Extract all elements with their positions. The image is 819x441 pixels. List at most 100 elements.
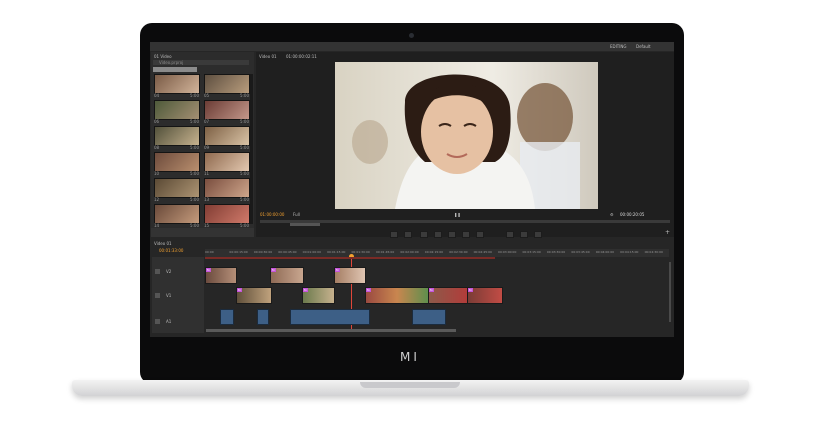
workspace-preset[interactable]: Default (636, 44, 651, 49)
scroll-indicator (153, 67, 197, 72)
ruler-label: 00:01:30:00 (351, 250, 370, 254)
audio-clip-2[interactable] (257, 309, 269, 325)
audio-clip-4[interactable] (412, 309, 446, 325)
timeline-clip-v1-4[interactable]: fx (428, 287, 468, 304)
ruler-label: 00:03:30:00 (546, 250, 566, 254)
project-search-input[interactable]: Video.prproj (153, 60, 249, 65)
timeline-tab[interactable]: Video 01 (154, 241, 172, 246)
ruler-label: 00:00:45:00 (278, 250, 297, 254)
fx-badge: fx (429, 288, 434, 292)
ruler-label: 00:01:45:00 (375, 250, 395, 254)
eye-icon[interactable] (155, 293, 160, 298)
monitor-tab[interactable]: Video 01 (259, 54, 277, 59)
clip-duration: 5:00 (190, 93, 199, 98)
workspace-bar: EDITING Default (150, 42, 674, 51)
step-forward-icon[interactable] (462, 231, 470, 238)
clip-thumbnail[interactable] (204, 204, 250, 224)
play-icon[interactable] (448, 231, 456, 238)
ruler-label: 00:04:30:00 (644, 250, 663, 254)
clip-duration: 5:00 (190, 145, 199, 150)
timeline-clip-v1-2[interactable]: fx (302, 287, 335, 304)
project-scrollbar[interactable] (250, 74, 253, 224)
clip-thumbnail[interactable] (154, 178, 200, 198)
clip-name: 13 (204, 197, 210, 202)
clip-thumbnail[interactable] (204, 152, 250, 172)
clip-name: 06 (154, 119, 160, 124)
clip-thumbnail[interactable] (154, 204, 200, 224)
clip-name: 05 (204, 93, 210, 98)
timeline-clip-v1-3[interactable]: fx (365, 287, 429, 304)
ruler-label: 00:00:15:00 (229, 250, 248, 254)
track-name-v1: V1 (166, 293, 172, 298)
ruler-label: 00:04:15:00 (620, 250, 639, 254)
clip-duration: 5:00 (190, 171, 199, 176)
fx-badge: fx (366, 288, 371, 292)
add-button-icon[interactable]: + (665, 230, 670, 236)
audio-clip-1[interactable] (220, 309, 234, 325)
timeline-clip-v1-5[interactable]: fx (467, 287, 503, 304)
monitor-current-time[interactable]: 01:00:00:00 (260, 212, 284, 217)
monitor-zoom-handle[interactable] (290, 223, 320, 226)
clip-name: 07 (204, 119, 210, 124)
clip-thumbnail[interactable] (154, 126, 200, 146)
clip-thumbnail[interactable] (204, 100, 250, 120)
speaker-icon[interactable] (155, 319, 160, 324)
clip-name: 08 (154, 145, 160, 150)
ruler-label: 00:03:15:00 (522, 250, 541, 254)
ruler-label: 00:02:15:00 (424, 250, 444, 254)
timeline-clip-v2-2[interactable]: fx (270, 267, 304, 284)
laptop-screen: EDITING Default 01 Video Video.prproj 04… (150, 42, 674, 337)
ruler-label: 00:03:45:00 (571, 250, 590, 254)
fx-badge: fx (271, 268, 276, 272)
timeline-clip-v2-1[interactable]: fx (205, 267, 237, 284)
monitor-timecode-tab[interactable]: 01:00:00:02:11 (286, 54, 317, 59)
workspace-label[interactable]: EDITING (610, 44, 627, 49)
clip-thumbnail[interactable] (154, 152, 200, 172)
project-search-text: Video.prproj (159, 60, 184, 65)
fx-badge: fx (303, 288, 308, 292)
clip-thumbnail[interactable] (204, 178, 250, 198)
ruler-label: 00:01:00:00 (302, 250, 321, 254)
go-to-out-icon[interactable] (476, 231, 484, 238)
clip-thumbnail[interactable] (154, 74, 200, 94)
timeline-ruler[interactable]: 00:00 00:00:15:00 00:00:30:00 00:00:45:00 00… (205, 249, 669, 257)
pause-icon[interactable]: ❚❚ (454, 212, 461, 217)
render-bar (205, 257, 495, 259)
fit-dropdown[interactable]: Full (293, 212, 300, 217)
clip-duration: 5:00 (240, 197, 249, 202)
clip-thumbnail[interactable] (204, 126, 250, 146)
mark-in-icon[interactable] (390, 231, 398, 238)
wrench-icon[interactable]: ⚙ (610, 212, 614, 217)
timeline-current-time[interactable]: 00:01:33:00 (159, 248, 183, 253)
video-still-image (335, 62, 598, 209)
timeline-scrollbar[interactable] (206, 329, 456, 332)
eye-icon[interactable] (155, 269, 160, 274)
audio-clip-3[interactable] (290, 309, 370, 325)
laptop-opening-notch (360, 382, 460, 388)
timeline-clip-v1-1[interactable]: fx (236, 287, 272, 304)
clip-duration: 5:00 (190, 197, 199, 202)
clip-name: 10 (154, 171, 160, 176)
program-video-frame (335, 62, 598, 209)
step-back-icon[interactable] (434, 231, 442, 238)
overwrite-icon[interactable] (520, 231, 528, 238)
clip-thumbnail[interactable] (154, 100, 200, 120)
project-toolbar (151, 228, 254, 237)
project-tab[interactable]: 01 Video (154, 54, 172, 59)
clip-duration: 5:00 (190, 119, 199, 124)
ruler-label: 00:02:30:00 (449, 250, 468, 254)
brand-logo: MI (400, 350, 420, 364)
clip-name: 04 (154, 93, 160, 98)
fx-badge: fx (206, 268, 211, 272)
project-panel: 01 Video Video.prproj 04 5:00 05 5:00 06 5:00… (151, 52, 254, 237)
export-frame-icon[interactable] (534, 231, 542, 238)
timeline-vertical-scrollbar[interactable] (669, 262, 671, 322)
monitor-scrub-bar[interactable] (260, 220, 670, 223)
insert-icon[interactable] (506, 231, 514, 238)
clip-thumbnail[interactable] (204, 74, 250, 94)
ruler-label: 00:04:00:00 (595, 250, 615, 254)
go-to-in-icon[interactable] (420, 231, 428, 238)
mark-out-icon[interactable] (404, 231, 412, 238)
ruler-label: 00:02:00:00 (400, 250, 419, 254)
timeline-clip-v2-3[interactable]: fx (334, 267, 366, 284)
